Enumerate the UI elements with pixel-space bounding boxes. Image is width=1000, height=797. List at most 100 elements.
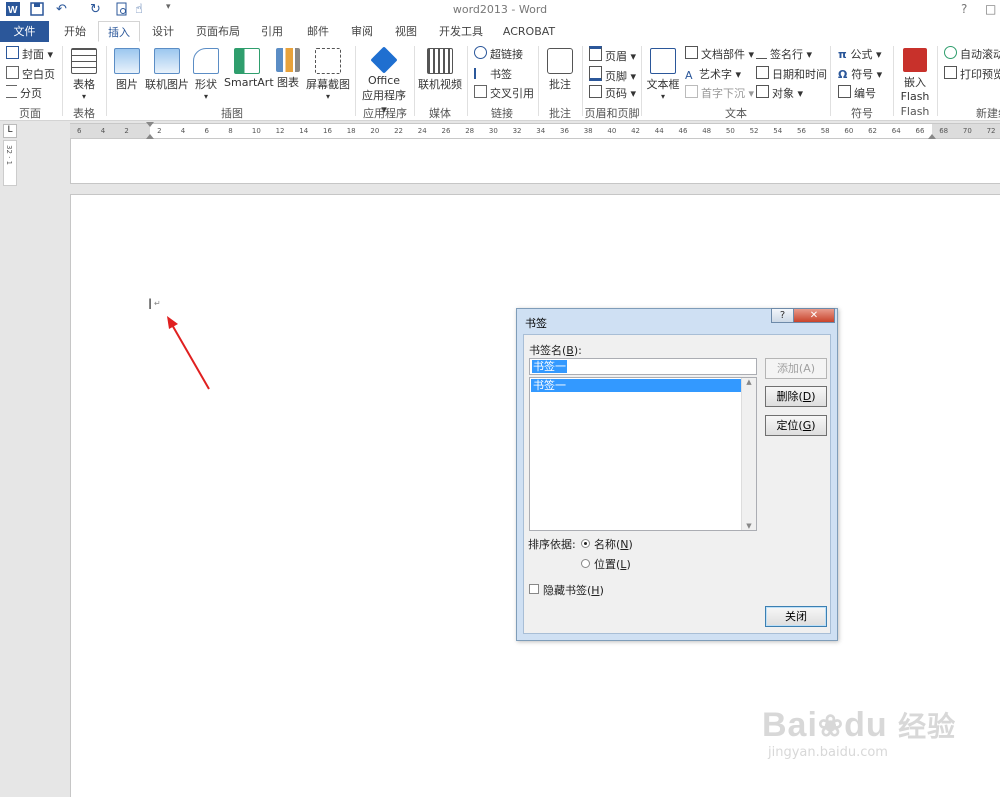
sort-name-label[interactable]: 名称(N) — [594, 536, 633, 552]
tab-design[interactable]: 设计 — [142, 21, 184, 42]
dropcap-button[interactable]: 首字下沉 ▾ — [685, 85, 754, 101]
tab-view[interactable]: 视图 — [386, 21, 426, 42]
tab-review[interactable]: 审阅 — [342, 21, 382, 42]
ruler-number: 46 — [678, 127, 688, 135]
tab-file[interactable]: 文件 — [0, 21, 49, 42]
ruler-number: 22 — [394, 127, 404, 135]
ruler-number: 66 — [915, 127, 925, 135]
baidu-jingyan-watermark: Bai❀du 经验 jingyan.baidu.com — [762, 706, 957, 760]
picture-button[interactable]: 图片 — [112, 48, 142, 92]
close-button[interactable]: 关闭 — [765, 606, 827, 627]
tab-home[interactable]: 开始 — [52, 21, 98, 42]
calendar-icon — [756, 66, 769, 79]
screenshot-button[interactable]: 屏幕截图 ▾ — [304, 48, 352, 101]
tab-developer[interactable]: 开发工具 — [432, 21, 490, 42]
comment-button[interactable]: 批注 — [542, 48, 578, 92]
group-label-links: 链接 — [491, 107, 513, 120]
ruler-number: 32 — [512, 127, 522, 135]
tab-selector[interactable]: L — [3, 124, 17, 138]
cover-page-icon — [6, 46, 19, 59]
page-number-icon — [589, 85, 602, 98]
picture-icon — [114, 48, 140, 74]
scroll-up-icon[interactable]: ▲ — [742, 378, 756, 386]
tab-acrobat[interactable]: ACROBAT — [496, 21, 562, 42]
page-number-button[interactable]: 页码 ▾ — [589, 85, 636, 101]
ruler-number: 18 — [346, 127, 356, 135]
page-break-button[interactable]: 分页 — [6, 85, 42, 101]
online-video-icon — [427, 48, 453, 74]
textbox-button[interactable]: 文本框 ▾ — [646, 48, 680, 101]
ruler-number: 12 — [275, 127, 285, 135]
office-store-icon — [370, 46, 398, 74]
equation-button[interactable]: π 公式 ▾ — [838, 46, 882, 62]
footer-button[interactable]: 页脚 ▾ — [589, 66, 636, 84]
bookmark-list[interactable]: 书签一 ▲ ▼ — [529, 377, 757, 531]
cross-reference-button[interactable]: 交叉引用 — [474, 85, 534, 101]
autoscroll-button[interactable]: 自动滚动 — [944, 46, 1000, 62]
numbering-button[interactable]: 编号 — [838, 85, 876, 101]
tab-layout[interactable]: 页面布局 — [190, 21, 246, 42]
online-video-button[interactable]: 联机视频 — [416, 48, 464, 92]
add-button[interactable]: 添加(A) — [765, 358, 827, 379]
group-label-text: 文本 — [725, 107, 747, 120]
omega-icon: Ω — [838, 68, 852, 81]
group-label-flash: Flash — [900, 105, 930, 118]
chart-button[interactable]: 图表 — [274, 48, 302, 90]
hide-bookmarks-checkbox[interactable] — [529, 584, 539, 594]
ruler-number: 20 — [370, 127, 380, 135]
title-bar: W ↶ ↻ ☝ ▾ word2013 - Word ? □ — [0, 0, 1000, 21]
scroll-down-icon[interactable]: ▼ — [742, 522, 756, 530]
tab-mailings[interactable]: 邮件 — [298, 21, 338, 42]
bookmark-name-input[interactable]: 书签一 — [529, 358, 757, 375]
hyperlink-button[interactable]: 超链接 — [474, 46, 523, 62]
ribbon: 封面 ▾ 空白页 分页 页面 表格 ▾ 表格 图片 联机图片 形状 ▾ SmartA… — [0, 42, 1000, 121]
number-icon — [838, 85, 851, 98]
table-icon — [71, 48, 97, 74]
dialog-close-x-button[interactable]: ✕ — [793, 308, 835, 323]
ruler-number: 58 — [820, 127, 830, 135]
page-break-icon — [6, 85, 17, 98]
ruler-number: 2 — [124, 127, 129, 135]
ruler-number: 14 — [299, 127, 309, 135]
cross-reference-icon — [474, 85, 487, 98]
ruler-bar[interactable]: 6 4 2 2 4 6 8 10 12 14 16 18 20 22 24 26 28 30 32 34 36 38 40 4… — [70, 122, 1000, 139]
sort-location-label[interactable]: 位置(L) — [594, 556, 631, 572]
date-time-button[interactable]: 日期和时间 — [756, 66, 827, 82]
sort-name-radio[interactable] — [581, 539, 590, 548]
cover-page-button[interactable]: 封面 ▾ — [6, 46, 53, 62]
hide-bookmarks-label[interactable]: 隐藏书签(H) — [543, 582, 604, 598]
tab-insert[interactable]: 插入 — [98, 21, 140, 42]
ruler-number: 56 — [797, 127, 806, 135]
help-button[interactable]: ? — [961, 2, 967, 16]
delete-button[interactable]: 删除(D) — [765, 386, 827, 407]
ruler-number: 50 — [725, 127, 735, 135]
smartart-button[interactable]: SmartArt — [224, 48, 274, 89]
online-picture-icon — [154, 48, 180, 74]
first-line-indent-marker[interactable] — [146, 122, 154, 127]
table-button[interactable]: 表格 ▾ — [68, 48, 100, 101]
quick-parts-button[interactable]: 文档部件 ▾ — [685, 46, 754, 62]
sort-location-radio[interactable] — [581, 559, 590, 568]
goto-button[interactable]: 定位(G) — [765, 415, 827, 436]
embed-flash-button[interactable]: 嵌入 Flash — [896, 48, 934, 103]
bookmark-button[interactable]: 书签 — [474, 66, 512, 82]
symbol-button[interactable]: Ω 符号 ▾ — [838, 66, 882, 82]
signature-line-button[interactable]: 签名行 ▾ — [756, 46, 812, 62]
tab-references[interactable]: 引用 — [252, 21, 292, 42]
pi-icon: π — [838, 48, 851, 61]
header-button[interactable]: 页眉 ▾ — [589, 46, 636, 64]
shapes-button[interactable]: 形状 ▾ — [192, 48, 220, 101]
print-preview-button[interactable]: 打印预览 — [944, 66, 1000, 82]
horizontal-ruler: L 6 4 2 2 4 6 8 10 12 14 16 18 20 22 24 26 28 30 32 34 36 38 4… — [0, 121, 1000, 139]
list-scrollbar[interactable]: ▲ ▼ — [741, 378, 756, 530]
wordart-button[interactable]: A 艺术字 ▾ — [685, 66, 741, 82]
list-item[interactable]: 书签一 — [531, 379, 743, 392]
vertical-ruler-bar[interactable]: 32 · 1 — [3, 140, 17, 186]
text-cursor-icon: I — [148, 297, 153, 313]
online-picture-button[interactable]: 联机图片 — [144, 48, 190, 92]
ruler-number: 4 — [100, 127, 106, 135]
restore-button[interactable]: □ — [985, 2, 996, 16]
object-button[interactable]: 对象 ▾ — [756, 85, 803, 101]
blank-page-button[interactable]: 空白页 — [6, 66, 55, 82]
dialog-help-button[interactable]: ? — [771, 308, 794, 323]
